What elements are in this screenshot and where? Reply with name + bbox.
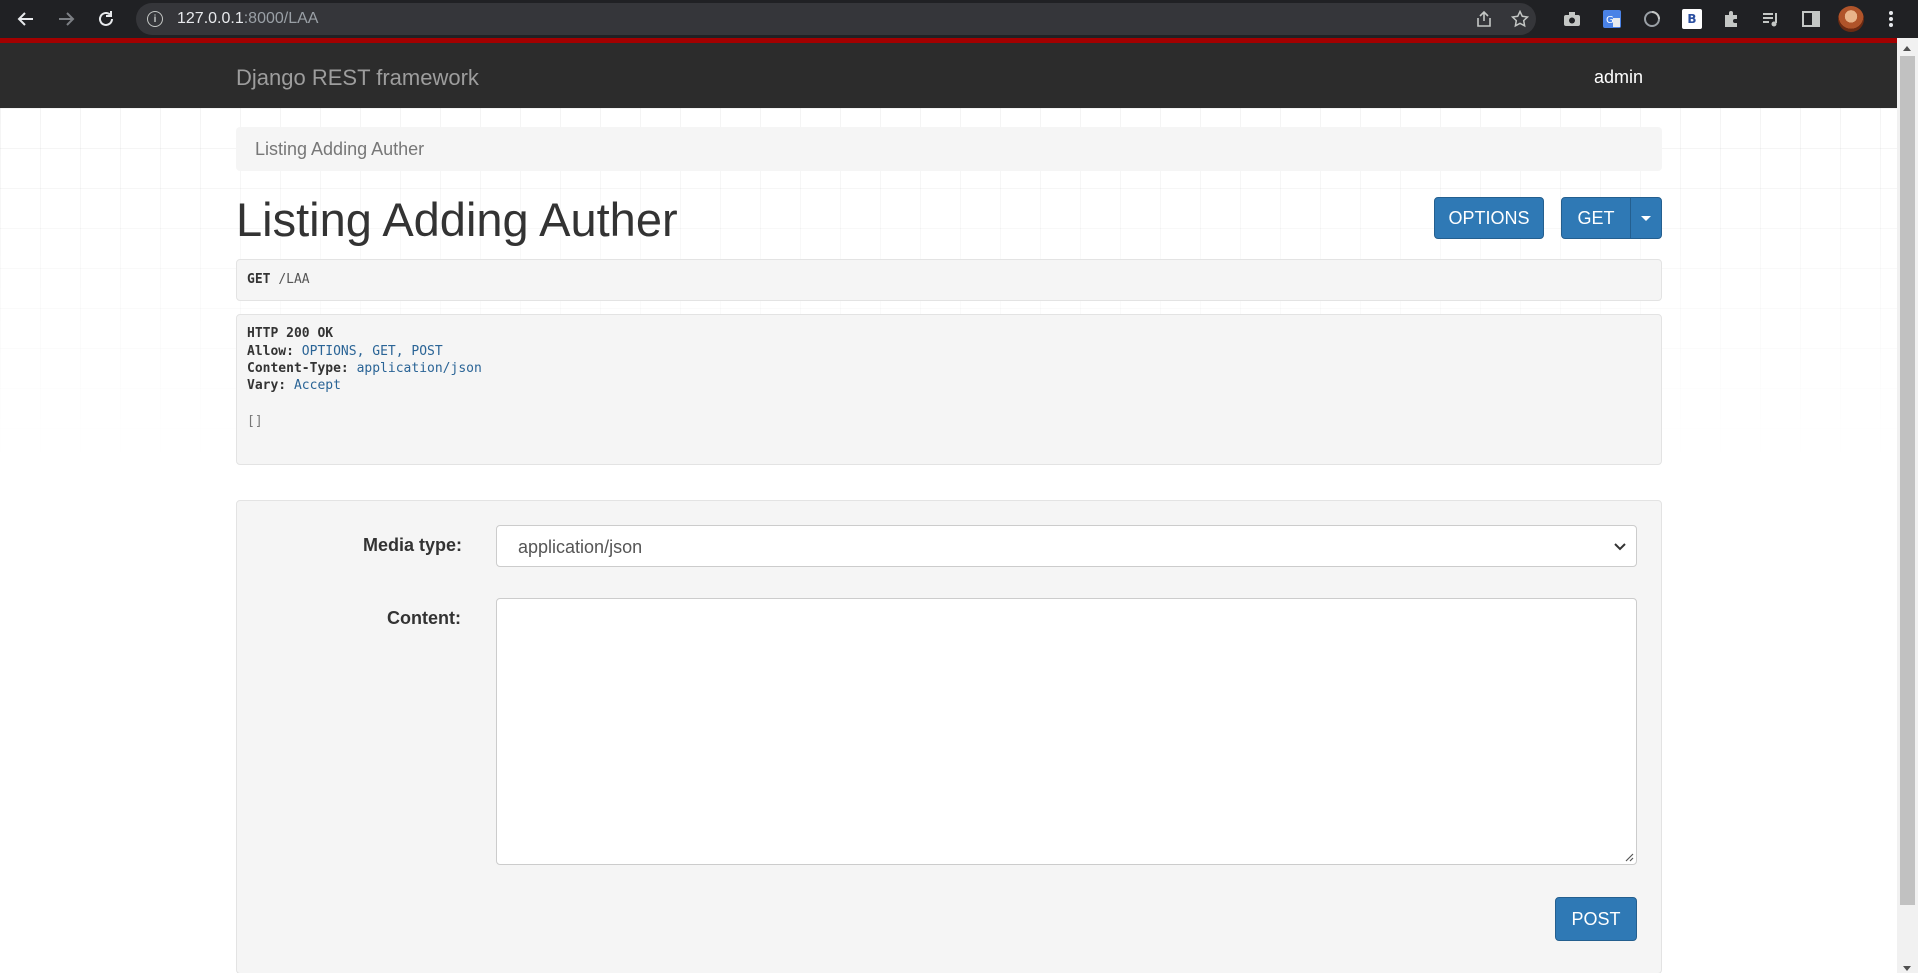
share-icon[interactable]	[1472, 7, 1496, 31]
camera-extension-icon[interactable]	[1557, 4, 1587, 34]
post-form: Media type: application/json Content: PO…	[236, 500, 1662, 973]
reload-icon[interactable]	[90, 4, 122, 34]
bookmark-star-icon[interactable]	[1508, 7, 1532, 31]
page-viewport: Django REST framework admin Listing Addi…	[0, 38, 1897, 973]
request-method: GET	[247, 272, 271, 287]
forward-icon[interactable]	[50, 4, 82, 34]
scroll-down-icon[interactable]	[1903, 966, 1911, 971]
media-playlist-icon[interactable]	[1756, 4, 1786, 34]
top-navbar: Django REST framework admin	[0, 38, 1897, 108]
svg-text:G: G	[1606, 15, 1614, 26]
puzzle-extensions-icon[interactable]	[1716, 4, 1746, 34]
back-icon[interactable]	[10, 4, 42, 34]
profile-avatar[interactable]	[1836, 4, 1866, 34]
resize-grip-icon[interactable]	[1623, 851, 1634, 862]
address-bar[interactable]: i 127.0.0.1:8000/LAA	[136, 3, 1536, 35]
request-info: GET /LAA	[236, 259, 1662, 301]
url-text: 127.0.0.1:8000/LAA	[177, 10, 319, 27]
content-label: Content:	[387, 608, 461, 628]
content-textarea[interactable]	[496, 598, 1637, 865]
media-type-selected-value: application/json	[518, 537, 643, 557]
page-title: Listing Adding Auther	[236, 193, 678, 246]
site-info-icon[interactable]: i	[147, 11, 163, 27]
options-button[interactable]: OPTIONS	[1434, 197, 1544, 239]
b-extension-icon[interactable]: B	[1677, 4, 1707, 34]
request-path: /LAA	[278, 272, 310, 287]
response-info: HTTP 200 OK Allow: OPTIONS, GET, POST Co…	[236, 314, 1662, 465]
post-button[interactable]: POST	[1555, 897, 1637, 941]
side-panel-icon[interactable]	[1796, 4, 1826, 34]
page-scrollbar[interactable]	[1897, 38, 1918, 973]
caret-down-icon	[1641, 215, 1651, 221]
get-format-dropdown-toggle[interactable]	[1630, 197, 1662, 239]
get-button[interactable]: GET	[1561, 197, 1631, 239]
chevron-down-icon	[1614, 543, 1626, 551]
media-type-label: Media type:	[363, 535, 463, 555]
brand-link[interactable]: Django REST framework	[236, 65, 479, 91]
breadcrumb-item-current: Listing Adding Auther	[255, 139, 425, 159]
user-menu[interactable]: admin	[1594, 67, 1643, 88]
media-type-select[interactable]: application/json	[496, 525, 1637, 567]
response-header: Vary: Accept	[247, 378, 341, 393]
browser-toolbar: i 127.0.0.1:8000/LAA G B	[0, 0, 1918, 38]
response-body: []	[247, 414, 263, 429]
translate-extension-icon[interactable]: G	[1597, 4, 1627, 34]
scrollbar-thumb[interactable]	[1900, 56, 1915, 905]
menu-kebab-icon[interactable]	[1876, 4, 1906, 34]
scroll-up-icon[interactable]	[1903, 46, 1911, 51]
sync-extension-icon[interactable]	[1637, 4, 1667, 34]
breadcrumb: Listing Adding Auther	[236, 127, 1662, 171]
